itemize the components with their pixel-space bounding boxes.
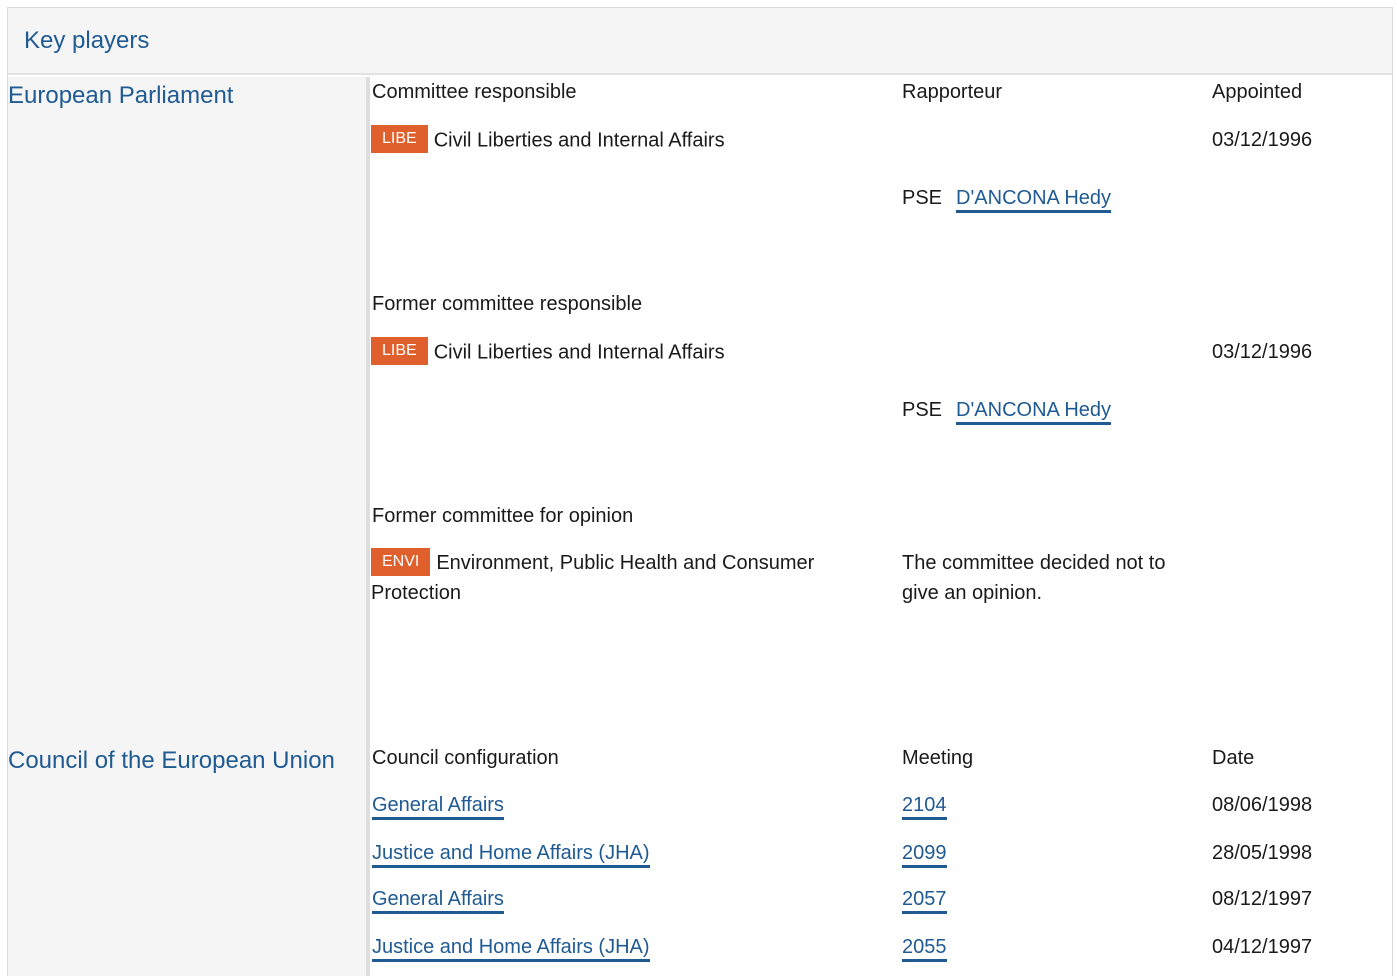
section-title-council: Council of the European Union — [8, 747, 335, 774]
former-committee-opinion-label: Former committee for opinion — [372, 505, 634, 527]
committee-name: Environment, Public Health and Consumer … — [371, 552, 815, 604]
former-committee-responsible-label: Former committee responsible — [372, 293, 643, 315]
header-committee-responsible: Committee responsible — [372, 81, 577, 103]
key-players-page: Key players European Parliament Committe… — [0, 0, 1397, 976]
rapporteur-link[interactable]: D'ANCONA Hedy — [956, 399, 1112, 425]
meeting-link[interactable]: 2057 — [902, 888, 947, 914]
council-configuration-link[interactable]: Justice and Home Affairs (JHA) — [372, 842, 650, 868]
rapporteur-entry: PSE D'ANCONA Hedy — [902, 186, 1112, 213]
council-configuration-link[interactable]: Justice and Home Affairs (JHA) — [372, 936, 650, 962]
rapporteur-entry: PSE D'ANCONA Hedy — [902, 398, 1112, 425]
institution-column — [8, 77, 369, 976]
party-label: PSE — [902, 399, 943, 421]
committee-badge-libe: LIBE — [371, 125, 428, 153]
section-title-european-parliament: European Parliament — [8, 82, 234, 109]
committee-badge-envi: ENVI — [371, 547, 431, 576]
committee-responsible-row: LIBE Civil Liberties and Internal Affairs — [371, 125, 725, 155]
meeting-link[interactable]: 2055 — [902, 936, 947, 962]
meeting-link[interactable]: 2104 — [902, 794, 947, 820]
committee-badge-libe: LIBE — [371, 337, 428, 365]
opinion-note: The committee decided not to give an opi… — [902, 552, 1166, 604]
party-label: PSE — [902, 187, 943, 209]
panel-header: Key players — [8, 8, 1392, 75]
header-council-configuration: Council configuration — [372, 747, 559, 769]
appointed-date: 03/12/1996 — [1212, 341, 1313, 363]
council-configuration-link[interactable]: General Affairs — [372, 888, 504, 914]
column-divider — [366, 77, 370, 976]
header-date: Date — [1212, 747, 1255, 769]
committee-name: Civil Liberties and Internal Affairs — [433, 129, 725, 152]
committee-name: Civil Liberties and Internal Affairs — [433, 341, 725, 364]
meeting-date: 08/12/1997 — [1212, 888, 1313, 910]
header-appointed: Appointed — [1212, 81, 1303, 103]
panel-title: Key players — [24, 27, 150, 54]
header-rapporteur: Rapporteur — [902, 81, 1003, 103]
rapporteur-link[interactable]: D'ANCONA Hedy — [956, 187, 1112, 213]
meeting-date: 28/05/1998 — [1212, 842, 1313, 864]
header-meeting: Meeting — [902, 747, 974, 769]
former-committee-opinion-row: ENVI Environment, Public Health and Consu… — [371, 547, 871, 608]
council-configuration-link[interactable]: General Affairs — [372, 794, 504, 820]
meeting-link[interactable]: 2099 — [902, 842, 947, 868]
meeting-date: 04/12/1997 — [1212, 936, 1313, 958]
appointed-date: 03/12/1996 — [1212, 129, 1313, 151]
former-committee-responsible-row: LIBE Civil Liberties and Internal Affairs — [371, 337, 725, 367]
meeting-date: 08/06/1998 — [1212, 794, 1313, 816]
